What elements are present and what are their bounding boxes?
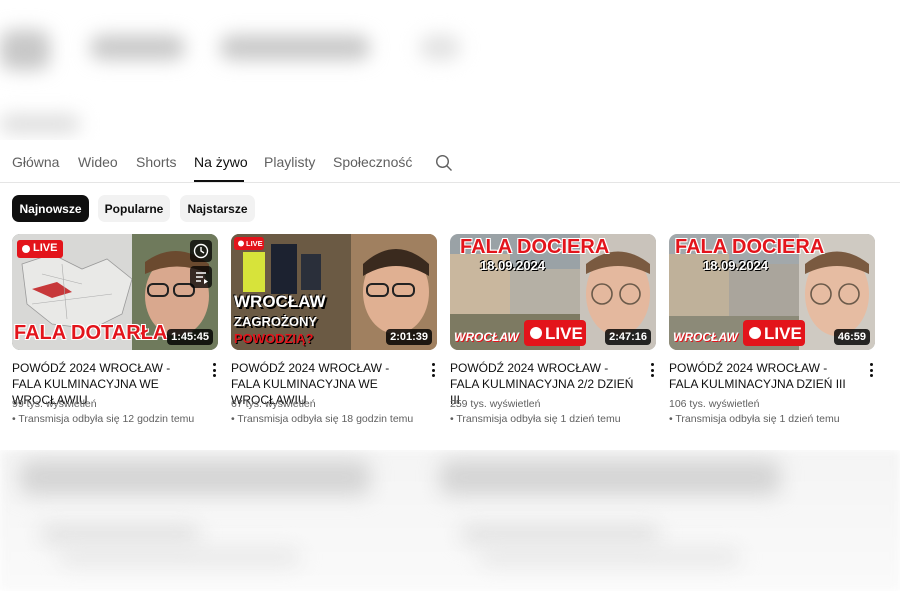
video-card[interactable]: LIVE FALA DOTARŁA 1:45:45 POWÓDŹ 2024 WR…	[12, 234, 219, 434]
thumb-live-label: LIVE	[246, 239, 263, 248]
stream-time: • Transmisja odbyła się 1 dzień temu	[450, 413, 621, 425]
blurred-footer	[0, 450, 900, 591]
more-vert-icon[interactable]	[647, 362, 657, 378]
thumb-date: 18.09.2024	[480, 258, 546, 273]
thumb-subtitle: WROCŁAW	[673, 330, 738, 344]
thumb-live-label: LIVE	[545, 324, 583, 343]
thumb-headline: FALA DOCIERA	[675, 236, 825, 258]
tab-live[interactable]: Na żywo	[194, 154, 248, 170]
tab-community[interactable]: Społeczność	[333, 154, 412, 170]
live-dot-icon	[238, 240, 244, 247]
blurred-channel-header	[0, 0, 900, 140]
video-card[interactable]: FALA DOCIERA 18.09.2024 WROCŁAW LIVE 2:4…	[450, 234, 657, 434]
live-dot-icon	[749, 327, 761, 339]
video-thumbnail[interactable]: LIVE WROCŁAW ZAGROŻONY POWODZIĄ? 2:01:39	[231, 234, 437, 350]
video-thumbnail[interactable]: FALA DOCIERA 18.09.2024 WROCŁAW LIVE 46:…	[669, 234, 875, 350]
thumb-subtitle: WROCŁAW	[454, 330, 519, 344]
duration-badge: 1:45:45	[167, 329, 213, 345]
tab-shorts[interactable]: Shorts	[136, 154, 176, 170]
thumb-headline: ZAGROŻONY	[234, 314, 318, 329]
tab-playlists[interactable]: Playlisty	[264, 154, 315, 170]
duration-badge: 2:47:16	[605, 329, 651, 345]
video-thumbnail[interactable]: FALA DOCIERA 18.09.2024 WROCŁAW LIVE 2:4…	[450, 234, 656, 350]
more-vert-icon[interactable]	[428, 362, 438, 378]
thumb-headline: POWODZIĄ?	[234, 331, 314, 346]
thumb-live-label: LIVE	[764, 324, 802, 343]
stream-time: • Transmisja odbyła się 1 dzień temu	[669, 413, 840, 425]
more-vert-icon[interactable]	[209, 362, 219, 378]
thumb-headline: WROCŁAW	[234, 292, 326, 311]
video-thumbnail[interactable]: LIVE FALA DOTARŁA 1:45:45	[12, 234, 218, 350]
chip-newest[interactable]: Najnowsze	[12, 195, 89, 222]
tab-videos[interactable]: Wideo	[78, 154, 118, 170]
video-title[interactable]: POWÓDŹ 2024 WROCŁAW - FALA KULMINACYJNA …	[669, 360, 854, 392]
video-card[interactable]: FALA DOCIERA 18.09.2024 WROCŁAW LIVE 46:…	[669, 234, 876, 434]
more-vert-icon[interactable]	[866, 362, 876, 378]
thumb-headline: FALA DOCIERA	[460, 236, 610, 258]
search-icon[interactable]	[435, 154, 453, 172]
view-count: 99 tys. wyświetleń	[12, 398, 97, 410]
live-dot-icon	[530, 327, 542, 339]
chip-popular[interactable]: Popularne	[98, 195, 170, 222]
thumb-headline: FALA DOTARŁA	[14, 322, 168, 344]
stream-time: • Transmisja odbyła się 18 godzin temu	[231, 413, 414, 425]
view-count: 259 tys. wyświetleń	[450, 398, 541, 410]
live-dot-icon	[22, 245, 30, 253]
duration-badge: 46:59	[833, 329, 870, 345]
thumb-live-label: LIVE	[33, 242, 58, 254]
stream-time: • Transmisja odbyła się 12 godzin temu	[12, 413, 195, 425]
tab-home[interactable]: Główna	[12, 154, 59, 170]
chip-oldest[interactable]: Najstarsze	[180, 195, 255, 222]
view-count: 67 tys. wyświetleń	[231, 398, 316, 410]
thumb-date: 18.09.2024	[703, 258, 769, 273]
video-card[interactable]: LIVE WROCŁAW ZAGROŻONY POWODZIĄ? 2:01:39…	[231, 234, 438, 434]
watch-later-icon[interactable]	[190, 240, 212, 262]
duration-badge: 2:01:39	[386, 329, 432, 345]
add-to-queue-icon[interactable]	[190, 266, 212, 288]
active-tab-indicator	[194, 180, 244, 182]
view-count: 106 tys. wyświetleń	[669, 398, 760, 410]
